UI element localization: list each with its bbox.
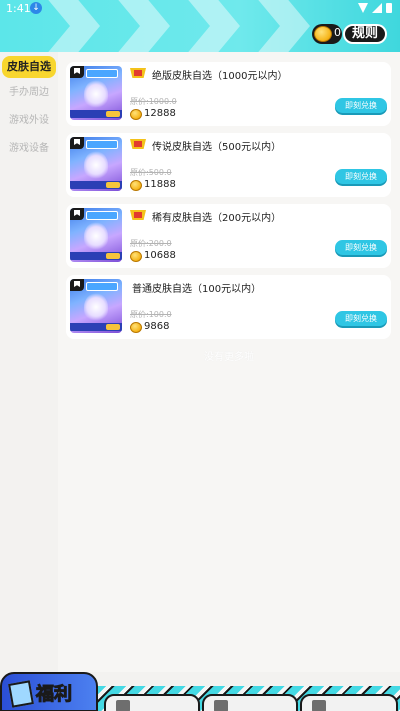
thumbnail-band xyxy=(70,252,122,260)
original-price: 原价:200.0 xyxy=(130,239,172,248)
thumbnail-tag xyxy=(86,282,118,291)
thumbnail-tag xyxy=(86,211,118,220)
game-logo-icon xyxy=(130,210,146,220)
coin-icon xyxy=(130,180,142,191)
original-price: 原价:100.0 xyxy=(130,310,172,319)
download-icon: ↓ xyxy=(30,2,42,14)
redeem-button[interactable]: 即刻兑换 xyxy=(335,98,387,113)
coin-count: 0 xyxy=(334,26,341,39)
no-more-text: 没有更多啦 xyxy=(204,352,254,363)
coin-price: 11888 xyxy=(144,179,176,190)
coin-icon xyxy=(130,109,142,120)
coin-price: 9868 xyxy=(144,321,170,332)
coin-balance: 0 xyxy=(312,24,342,44)
redeem-button[interactable]: 即刻兑换 xyxy=(335,169,387,184)
bookmark-icon xyxy=(70,137,84,149)
original-price: 原价:1000.0 xyxy=(130,97,177,106)
thumbnail-band xyxy=(70,323,122,331)
thumbnail-band xyxy=(70,181,122,189)
battery-icon xyxy=(386,3,392,13)
bookmark-icon xyxy=(70,66,84,78)
product-thumbnail xyxy=(70,279,122,333)
product-thumbnail xyxy=(70,208,122,262)
thumbnail-figure xyxy=(84,80,108,108)
rules-button[interactable]: 规则 xyxy=(343,24,387,44)
product-thumbnail xyxy=(70,66,122,120)
redeem-button[interactable]: 即刻兑换 xyxy=(335,311,387,326)
game-logo-icon xyxy=(130,68,146,78)
sidebar-item-peripherals[interactable]: 游戏外设 xyxy=(0,110,58,132)
sidebar-item-figures[interactable]: 手办周边 xyxy=(0,82,58,104)
product-card[interactable]: 稀有皮肤自选（200元以内） 原价:200.0 10688 即刻兑换 xyxy=(66,204,391,268)
welfare-label: 福利 xyxy=(36,684,73,706)
sidebar-item-devices[interactable]: 游戏设备 xyxy=(0,138,58,160)
tab-icon xyxy=(214,700,228,711)
tab-3[interactable] xyxy=(202,694,298,711)
coin-icon xyxy=(314,26,332,42)
category-sidebar: 皮肤自选 手办周边 游戏外设 游戏设备 xyxy=(0,52,58,672)
product-card[interactable]: 绝版皮肤自选（1000元以内） 原价:1000.0 12888 即刻兑换 xyxy=(66,62,391,126)
product-list: 绝版皮肤自选（1000元以内） 原价:1000.0 12888 即刻兑换 传说皮… xyxy=(58,52,400,672)
product-title: 稀有皮肤自选（200元以内） xyxy=(152,213,282,224)
wifi-icon xyxy=(358,3,368,13)
system-icons xyxy=(358,3,392,13)
header: 1:41 ↓ 0 规则 xyxy=(0,0,400,52)
coin-icon xyxy=(130,322,142,333)
product-card[interactable]: 普通皮肤自选（100元以内） 原价:100.0 9868 即刻兑换 xyxy=(66,275,391,339)
bookmark-icon xyxy=(70,279,84,291)
product-thumbnail xyxy=(70,137,122,191)
bookmark-icon xyxy=(70,208,84,220)
thumbnail-tag xyxy=(86,140,118,149)
tab-welfare[interactable]: 福利 xyxy=(0,672,98,711)
thumbnail-tag xyxy=(86,69,118,78)
signal-icon xyxy=(372,3,382,13)
original-price: 原价:500.0 xyxy=(130,168,172,177)
gift-icon xyxy=(8,680,34,708)
thumbnail-band xyxy=(70,110,122,118)
sidebar-item-skins[interactable]: 皮肤自选 xyxy=(2,56,56,78)
tab-icon xyxy=(312,700,326,711)
tab-icon xyxy=(116,700,130,711)
status-time: 1:41 xyxy=(6,2,31,15)
product-card[interactable]: 传说皮肤自选（500元以内） 原价:500.0 11888 即刻兑换 xyxy=(66,133,391,197)
product-title: 传说皮肤自选（500元以内） xyxy=(152,142,282,153)
bottom-nav: 福利 xyxy=(0,672,400,711)
thumbnail-figure xyxy=(84,151,108,179)
coin-price: 10688 xyxy=(144,250,176,261)
thumbnail-figure xyxy=(84,222,108,250)
product-title: 普通皮肤自选（100元以内） xyxy=(132,284,262,295)
product-title: 绝版皮肤自选（1000元以内） xyxy=(152,71,288,82)
thumbnail-figure xyxy=(84,293,108,321)
tab-4[interactable] xyxy=(300,694,398,711)
game-logo-icon xyxy=(130,139,146,149)
coin-price: 12888 xyxy=(144,108,176,119)
status-bar: 1:41 ↓ xyxy=(0,0,400,18)
coin-icon xyxy=(130,251,142,262)
redeem-button[interactable]: 即刻兑换 xyxy=(335,240,387,255)
tab-2[interactable] xyxy=(104,694,200,711)
